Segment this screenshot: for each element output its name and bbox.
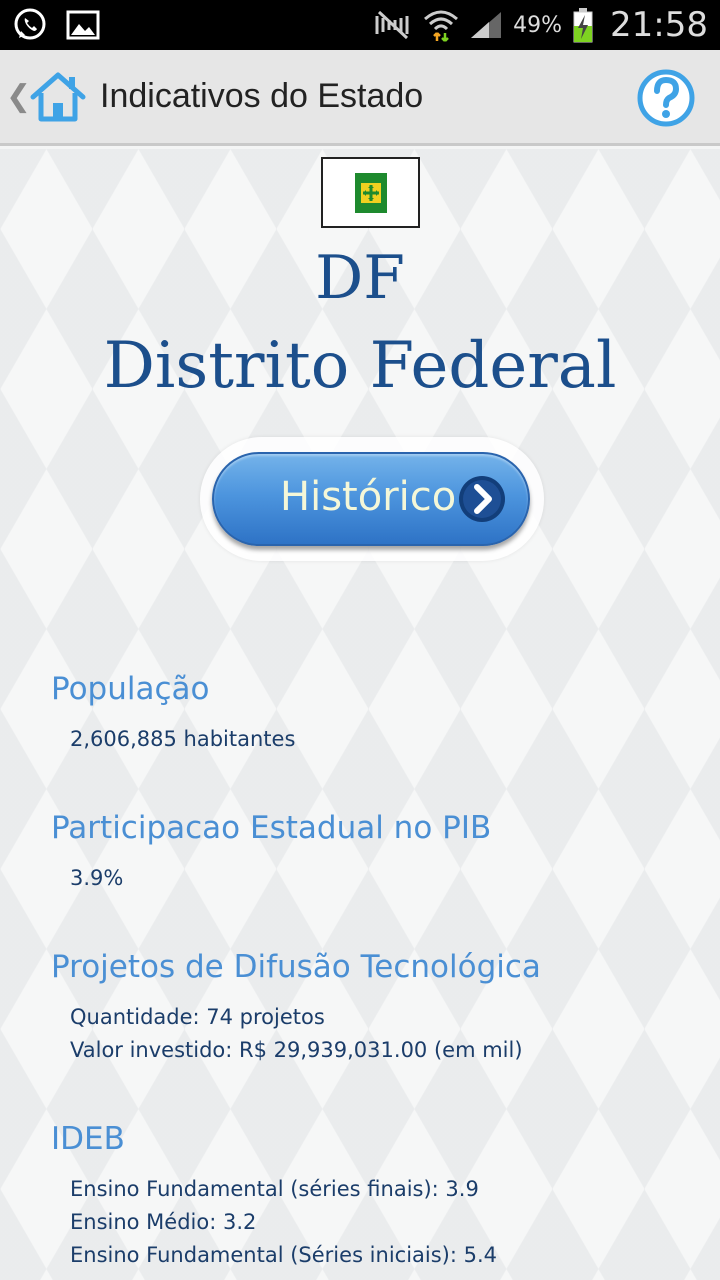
help-icon[interactable] xyxy=(636,68,696,128)
section-body-ideb: Ensino Fundamental (séries finais): 3.9 … xyxy=(70,1173,497,1272)
chevron-right-icon xyxy=(458,475,506,523)
state-name: Distrito Federal xyxy=(103,329,617,403)
image-icon xyxy=(66,10,100,40)
pib-value: 3.9% xyxy=(70,866,124,890)
status-bar: 49% 21:58 xyxy=(0,0,720,50)
mute-icon xyxy=(373,10,413,40)
whatsapp-icon xyxy=(12,7,48,43)
content-area: DF Distrito Federal Histórico População … xyxy=(0,149,720,1280)
section-body-projetos: Quantidade: 74 projetos Valor investido:… xyxy=(70,1001,523,1067)
historico-button-frame: Histórico xyxy=(200,437,544,561)
populacao-value: 2,606,885 habitantes xyxy=(70,727,296,751)
notification-icons xyxy=(12,7,100,43)
projetos-valor: Valor investido: R$ 29,939,031.00 (em mi… xyxy=(70,1038,523,1062)
df-flag-icon xyxy=(321,157,420,228)
wifi-icon xyxy=(423,7,459,43)
action-bar: ❮ Indicativos do Estado xyxy=(0,50,720,146)
historico-button-label: Histórico xyxy=(280,474,457,520)
historico-button[interactable]: Histórico xyxy=(212,452,530,546)
ideb-fundamental-iniciais: Ensino Fundamental (Séries iniciais): 5.… xyxy=(70,1243,498,1267)
state-abbreviation: DF xyxy=(315,243,405,313)
page-title: Indicativos do Estado xyxy=(100,77,424,115)
section-body-pib: 3.9% xyxy=(70,862,123,895)
section-title-pib: Participacao Estadual no PIB xyxy=(51,810,492,846)
clock: 21:58 xyxy=(610,5,708,45)
home-icon[interactable] xyxy=(28,67,88,127)
battery-charging-icon xyxy=(572,7,594,43)
section-title-ideb: IDEB xyxy=(51,1121,125,1157)
section-body-populacao: 2,606,885 habitantes xyxy=(70,723,295,756)
ideb-medio: Ensino Médio: 3.2 xyxy=(70,1210,257,1234)
section-title-populacao: População xyxy=(51,671,210,707)
projetos-quantidade: Quantidade: 74 projetos xyxy=(70,1005,325,1029)
battery-percent: 49% xyxy=(513,12,563,38)
chevron-left-icon[interactable]: ❮ xyxy=(6,79,31,114)
system-icons: 49% 21:58 xyxy=(373,5,708,45)
ideb-fundamental-finais: Ensino Fundamental (séries finais): 3.9 xyxy=(70,1177,479,1201)
signal-icon xyxy=(469,10,503,40)
section-title-projetos: Projetos de Difusão Tecnológica xyxy=(51,949,541,985)
